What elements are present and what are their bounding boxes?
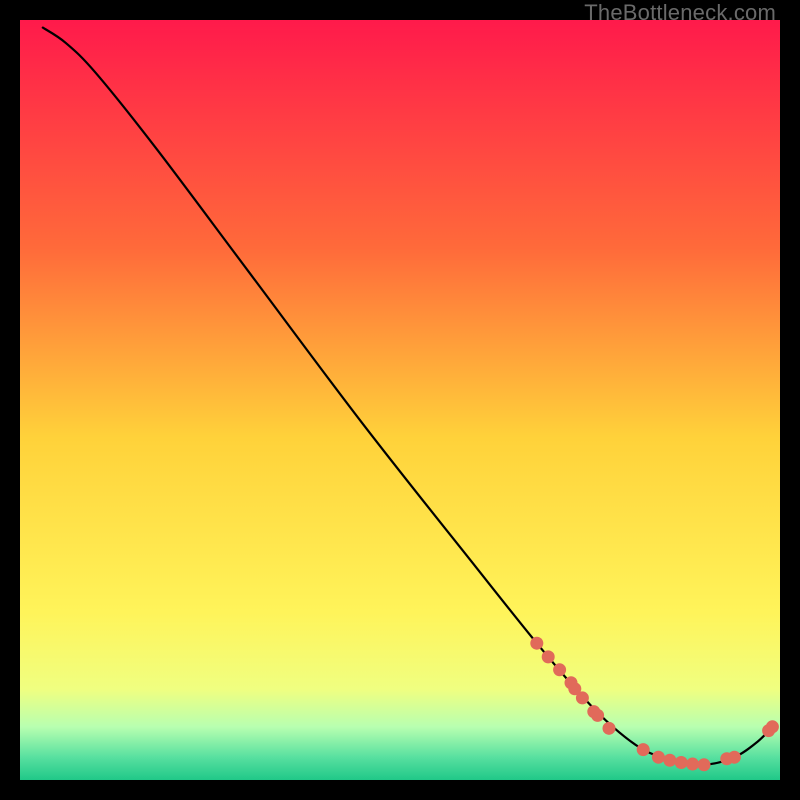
highlight-dot xyxy=(766,720,779,733)
highlight-dot xyxy=(553,663,566,676)
highlight-dot xyxy=(542,650,555,663)
plot-background xyxy=(20,20,780,780)
watermark-text: TheBottleneck.com xyxy=(584,0,776,26)
highlight-dot xyxy=(686,758,699,771)
highlight-dot xyxy=(591,709,604,722)
highlight-dot xyxy=(576,691,589,704)
highlight-dot xyxy=(728,751,741,764)
highlight-dot xyxy=(530,637,543,650)
highlight-dot xyxy=(675,756,688,769)
highlight-dot xyxy=(652,751,665,764)
highlight-dot xyxy=(663,754,676,767)
highlight-dot xyxy=(698,758,711,771)
bottleneck-chart xyxy=(20,20,780,780)
highlight-dot xyxy=(603,722,616,735)
highlight-dot xyxy=(637,743,650,756)
